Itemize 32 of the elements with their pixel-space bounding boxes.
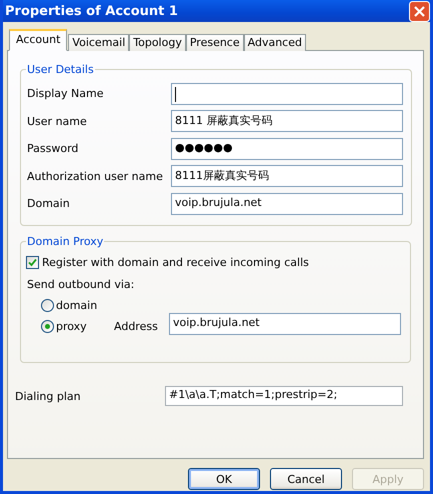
field-label: User name (27, 114, 88, 128)
close-icon[interactable] (409, 0, 430, 22)
checkbox-label: Register with domain and receive incoming calls (42, 256, 309, 269)
radio-label: proxy (56, 320, 87, 333)
tab[interactable]: Advanced (244, 34, 306, 51)
section-label: Send outbound via: (27, 278, 136, 291)
tab[interactable]: Presence (186, 34, 244, 51)
input-field[interactable]: voip.brujula.net (169, 312, 401, 334)
input-field[interactable]: voip.brujula.net (171, 192, 403, 215)
radio-button[interactable] (41, 299, 54, 312)
input-field[interactable]: #1\a\a.T;match=1;prestrip=2; (165, 386, 403, 406)
field-label: Authorization user name (27, 170, 164, 183)
field-label: Display Name (27, 87, 104, 100)
input-field[interactable]: ●●●●●● (171, 138, 403, 160)
group-title: User Details (26, 63, 95, 76)
dialog-button[interactable]: OK (188, 468, 260, 490)
window-title: Properties of Account 1 (5, 4, 178, 18)
field-label: Address (114, 320, 159, 333)
radio-button[interactable] (41, 320, 54, 333)
radio-label: domain (56, 299, 98, 312)
tab[interactable]: Voicemail (68, 34, 130, 51)
tab[interactable]: Topology (129, 34, 186, 51)
tab[interactable]: Account (9, 29, 68, 51)
input-field[interactable]: 8111屏蔽真实号码 (171, 165, 403, 188)
dialog-button[interactable]: Cancel (270, 468, 342, 490)
input-field[interactable] (171, 82, 403, 105)
input-field[interactable]: 8111 屏蔽真实号码 (171, 110, 403, 132)
checkbox[interactable] (26, 256, 39, 269)
field-label: Dialing plan (15, 390, 82, 402)
group-title: Domain Proxy (26, 235, 104, 248)
field-label: Domain (27, 197, 71, 210)
field-label: Password (27, 142, 80, 156)
